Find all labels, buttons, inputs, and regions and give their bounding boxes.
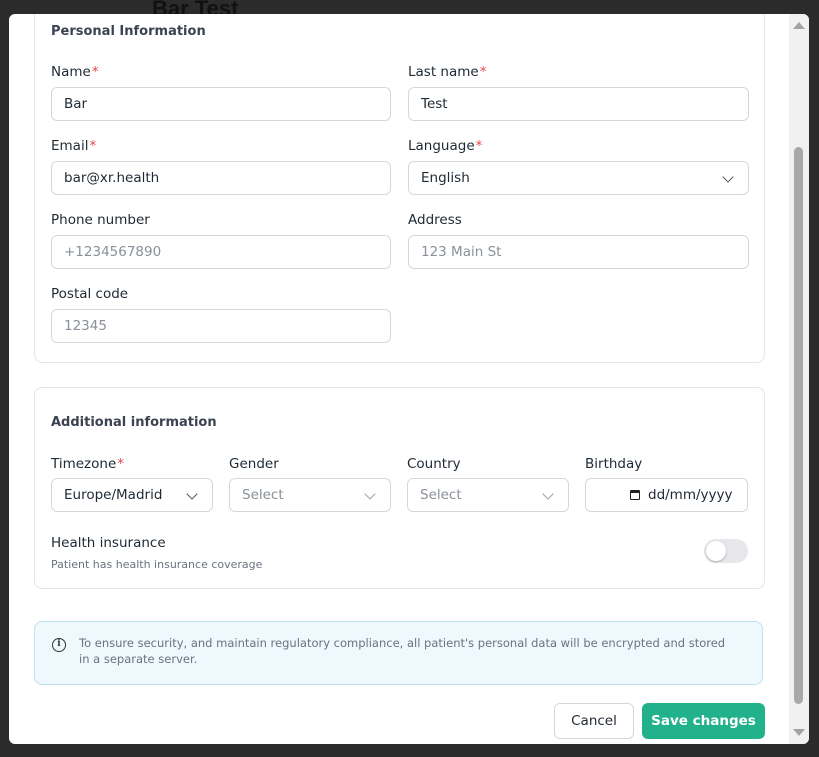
save-changes-button[interactable]: Save changes <box>642 703 765 739</box>
modal-scroll-area: Personal Information Name* Bar Last name… <box>9 14 789 744</box>
country-placeholder: Select <box>420 487 462 503</box>
timezone-value: Europe/Madrid <box>64 487 163 503</box>
birthday-label: Birthday <box>585 456 643 472</box>
postal-code-field[interactable]: 12345 <box>51 309 391 343</box>
notice-text: To ensure security, and maintain regulat… <box>79 636 726 666</box>
phone-field[interactable]: +1234567890 <box>51 235 391 269</box>
country-select[interactable]: Select <box>407 478 569 512</box>
phone-label: Phone number <box>51 212 150 228</box>
required-mark: * <box>117 456 124 472</box>
last-name-field[interactable]: Test <box>408 87 749 121</box>
required-mark: * <box>479 64 487 80</box>
chevron-down-icon <box>186 488 198 500</box>
chevron-down-icon <box>364 488 376 500</box>
email-field[interactable]: bar@xr.health <box>51 161 391 195</box>
gender-placeholder: Select <box>242 487 284 503</box>
chevron-down-icon <box>722 171 734 183</box>
last-name-label: Last name* <box>408 64 487 80</box>
toggle-knob <box>706 541 726 561</box>
name-field[interactable]: Bar <box>51 87 391 121</box>
personal-information-card: Personal Information Name* Bar Last name… <box>34 14 765 363</box>
calendar-icon[interactable] <box>630 490 640 500</box>
chevron-down-icon <box>542 488 554 500</box>
cancel-button[interactable]: Cancel <box>554 703 634 739</box>
scroll-down-arrow-icon[interactable] <box>793 729 805 736</box>
required-mark: * <box>89 138 97 154</box>
language-label: Language* <box>408 138 483 154</box>
address-label: Address <box>408 212 462 228</box>
required-mark: * <box>475 138 483 154</box>
language-select[interactable]: English <box>408 161 749 195</box>
additional-information-card: Additional information Timezone* Europe/… <box>34 387 765 589</box>
vertical-scrollbar[interactable] <box>789 14 809 744</box>
required-mark: * <box>91 64 99 80</box>
health-insurance-label: Health insurance <box>51 535 166 551</box>
email-label: Email* <box>51 138 97 154</box>
section-title-personal: Personal Information <box>51 24 206 39</box>
scrollbar-thumb[interactable] <box>794 147 803 704</box>
name-label: Name* <box>51 64 99 80</box>
timezone-select[interactable]: Europe/Madrid <box>51 478 213 512</box>
address-field[interactable]: 123 Main St <box>408 235 749 269</box>
timezone-label: Timezone* <box>51 456 124 472</box>
birthday-date-input[interactable]: dd/mm/yyyy <box>585 478 748 512</box>
language-value: English <box>421 170 470 186</box>
info-icon: i <box>52 638 66 652</box>
postal-code-label: Postal code <box>51 286 129 302</box>
birthday-placeholder: dd/mm/yyyy <box>648 487 733 503</box>
edit-patient-modal: Personal Information Name* Bar Last name… <box>9 14 809 744</box>
country-label: Country <box>407 456 461 472</box>
gender-label: Gender <box>229 456 279 472</box>
section-title-additional: Additional information <box>51 415 217 430</box>
scroll-up-arrow-icon[interactable] <box>793 22 805 29</box>
health-insurance-hint: Patient has health insurance coverage <box>51 558 263 571</box>
gender-select[interactable]: Select <box>229 478 391 512</box>
encryption-notice: i To ensure security, and maintain regul… <box>34 621 763 685</box>
health-insurance-toggle[interactable] <box>704 539 748 563</box>
